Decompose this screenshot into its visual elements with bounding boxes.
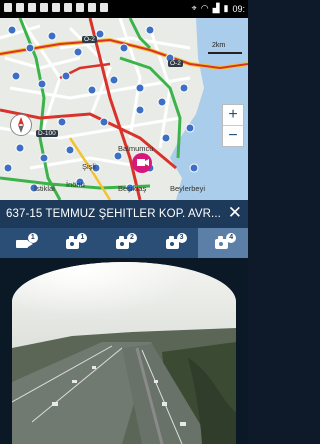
place-label: Beşiktaş	[118, 184, 147, 193]
notification-icon	[88, 3, 96, 12]
map-scale-label: 2km	[212, 42, 226, 49]
notification-icon	[76, 3, 84, 12]
notification-icon	[52, 3, 60, 12]
tab-camera-2[interactable]: 2	[99, 228, 149, 258]
close-button[interactable]: ✕	[228, 204, 242, 222]
camera-panel-header: 637-15 TEMMUZ ŞEHİTLER KÖP. AVR... ✕	[0, 200, 248, 228]
camera-tabs: 1 1 2 3 4	[0, 228, 248, 258]
video-camera-icon	[15, 240, 33, 248]
tab-badge: 3	[176, 233, 187, 243]
zoom-out-button[interactable]: −	[223, 125, 243, 146]
notification-icon	[28, 3, 36, 12]
tab-camera-3[interactable]: 3	[149, 228, 199, 258]
camera-image	[12, 262, 236, 444]
notification-icon	[100, 3, 108, 12]
place-label: Şişli	[82, 162, 96, 171]
status-bar: ⌖ ◠ ▟ ▮ 09:	[0, 0, 248, 18]
place-label: İnönü	[66, 180, 85, 189]
road-label: O-2	[82, 36, 97, 43]
notification-icons	[4, 3, 108, 12]
status-time: 09:	[232, 3, 245, 14]
compass-icon[interactable]	[10, 114, 32, 136]
tab-badge: 4	[226, 233, 237, 243]
road-label: D-100	[36, 130, 58, 137]
notification-icon	[64, 3, 72, 12]
camera-marker	[132, 153, 152, 173]
tab-camera-4[interactable]: 4	[198, 228, 248, 258]
notification-icon	[4, 3, 12, 12]
place-label: Balmumcu	[118, 144, 154, 153]
tab-badge: 2	[126, 233, 137, 243]
place-label: Beylerbeyi	[170, 184, 206, 193]
zoom-in-button[interactable]: +	[223, 105, 243, 125]
notification-icon	[40, 3, 48, 12]
camera-feed	[0, 258, 248, 444]
notification-icon	[16, 3, 24, 12]
wifi-icon: ◠	[200, 3, 209, 13]
signal-icon: ▟	[212, 3, 220, 13]
battery-icon: ▮	[223, 3, 229, 13]
traffic-map[interactable]: O-2 O-2 D-100 Balmumcu Şişli İstiklal İn…	[0, 18, 248, 200]
tab-video-1[interactable]: 1	[0, 228, 50, 258]
road-label: O-2	[168, 60, 183, 67]
location-icon: ⌖	[191, 3, 197, 13]
camera-title: 637-15 TEMMUZ ŞEHİTLER KÖP. AVR...	[6, 208, 221, 220]
tab-badge: 1	[27, 233, 38, 243]
place-label: İstiklal	[34, 184, 55, 193]
zoom-control: + −	[222, 104, 244, 147]
camera-icon	[165, 236, 179, 249]
map-scale-bar	[208, 52, 242, 54]
map-canvas[interactable]	[0, 18, 248, 200]
tab-badge: 1	[77, 233, 88, 243]
tab-camera-1[interactable]: 1	[50, 228, 100, 258]
